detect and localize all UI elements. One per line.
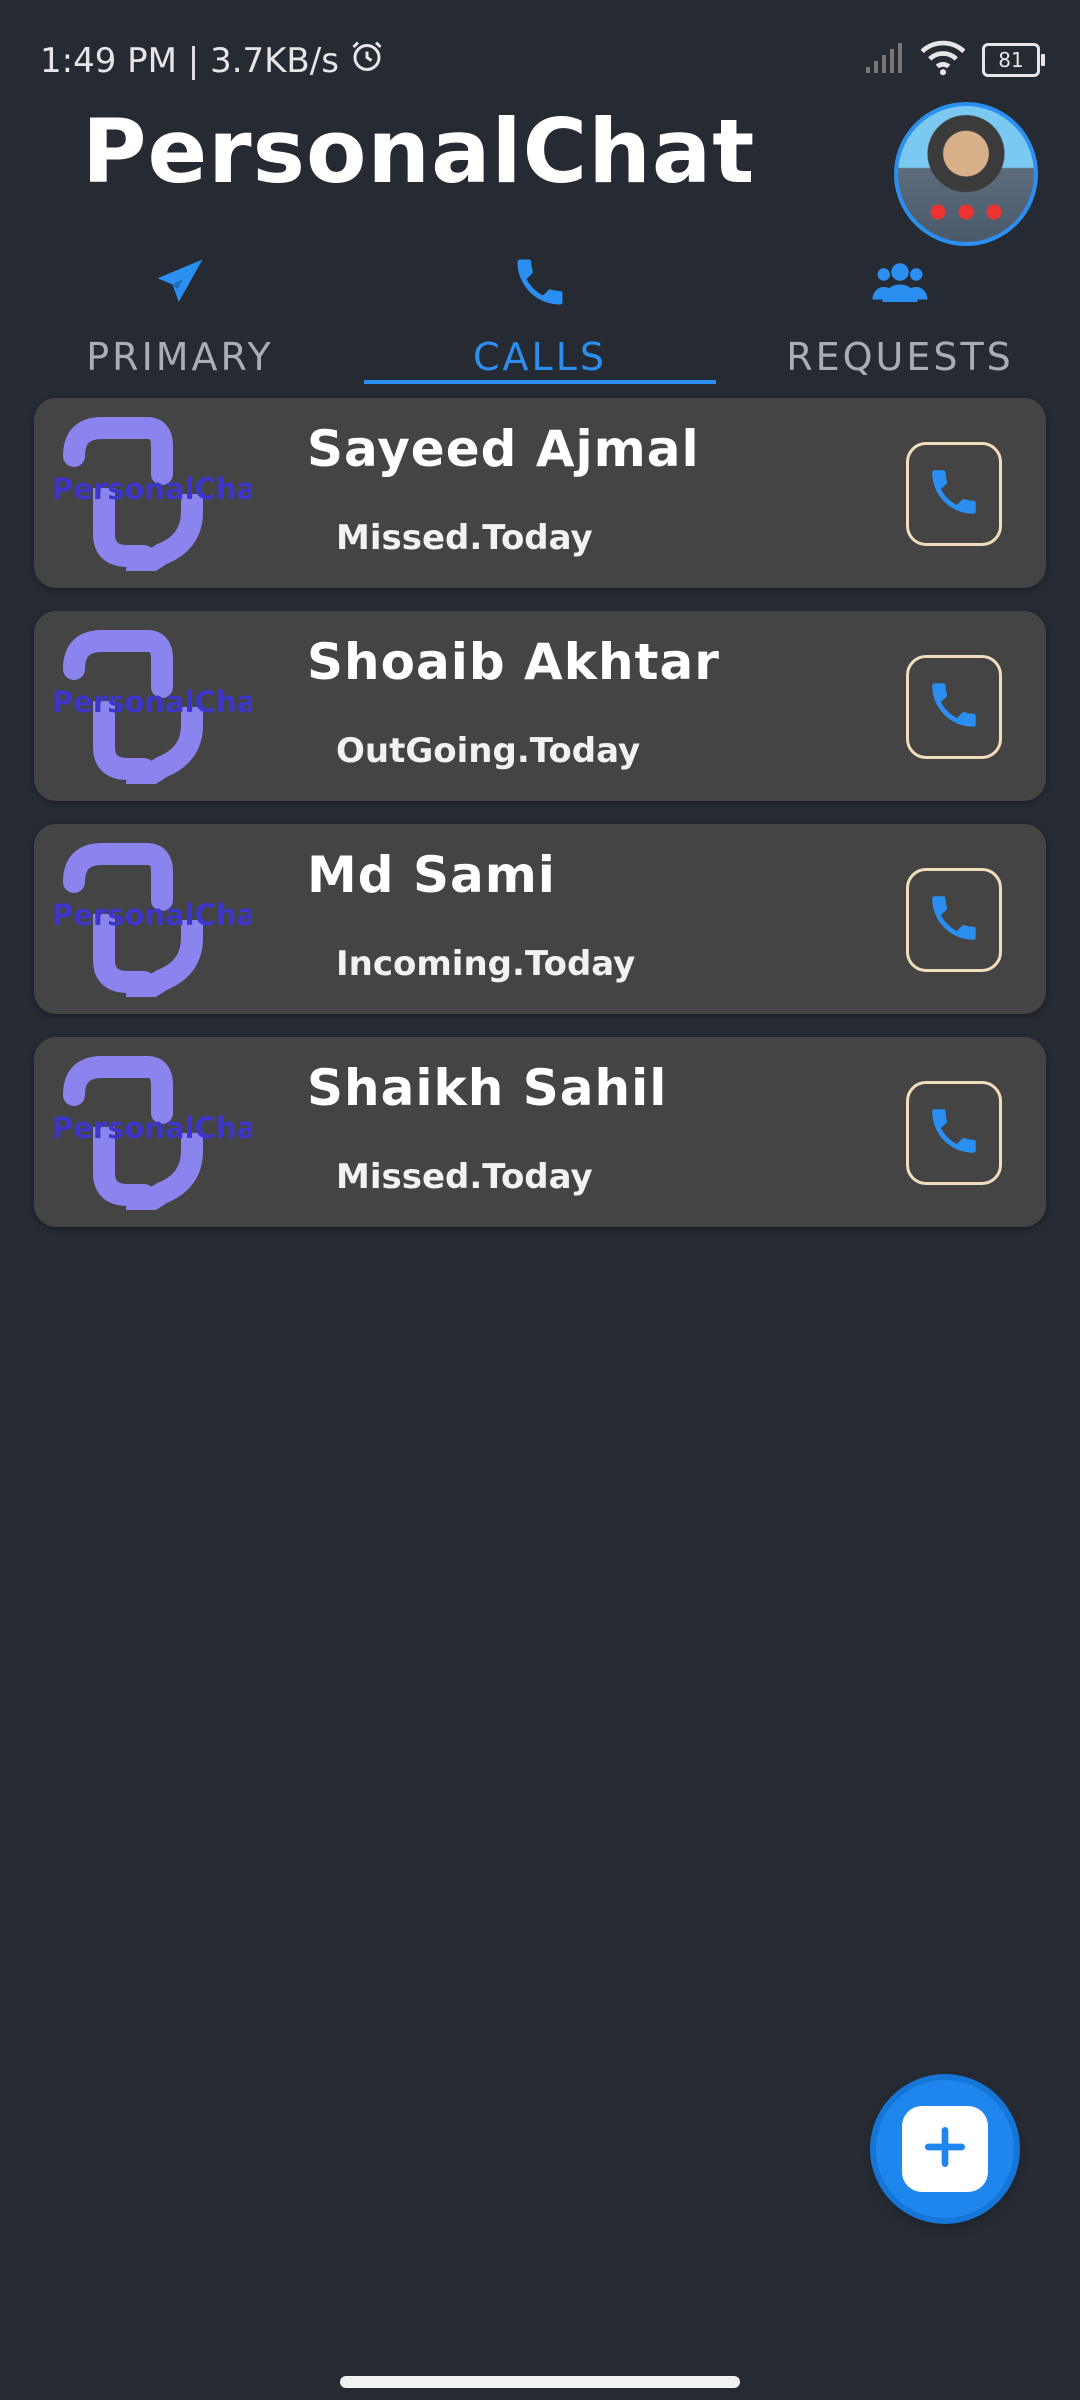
status-time-speed: 1:49 PM | 3.7KB/s: [40, 40, 339, 81]
contact-avatar: PersonalCha: [52, 629, 256, 794]
phone-icon: [925, 889, 983, 951]
tab-active-indicator: [364, 380, 716, 384]
fab-inner: [902, 2106, 988, 2192]
battery-indicator: 81: [982, 43, 1045, 77]
phone-icon: [925, 1102, 983, 1164]
call-status: Missed.Today: [336, 1157, 593, 1197]
tab-requests-label: REQUESTS: [786, 335, 1014, 379]
home-indicator[interactable]: [340, 2376, 740, 2388]
call-status: Missed.Today: [336, 518, 593, 558]
logo-text: PersonalCha: [52, 898, 252, 932]
logo-text: PersonalCha: [52, 1111, 252, 1145]
status-right: 81: [864, 40, 1045, 80]
wifi-icon: [920, 40, 966, 80]
logo-text: PersonalCha: [52, 685, 252, 719]
call-button[interactable]: [906, 868, 1002, 972]
profile-avatar[interactable]: [894, 102, 1038, 246]
call-item[interactable]: PersonalCha Sayeed Ajmal Missed.Today: [34, 398, 1046, 588]
signal-icon: [864, 41, 904, 79]
paper-plane-icon: [150, 252, 210, 312]
call-button[interactable]: [906, 655, 1002, 759]
phone-icon: [510, 252, 570, 312]
call-status: OutGoing.Today: [336, 731, 641, 771]
contact-avatar: PersonalCha: [52, 416, 256, 581]
status-bar: 1:49 PM | 3.7KB/s 81: [0, 0, 1080, 110]
new-call-fab[interactable]: [876, 2080, 1014, 2218]
logo-text: PersonalCha: [52, 472, 252, 506]
contact-avatar: PersonalCha: [52, 1055, 256, 1220]
tab-primary[interactable]: PRIMARY: [0, 240, 360, 385]
tab-requests[interactable]: REQUESTS: [720, 240, 1080, 385]
alarm-icon: [349, 38, 385, 83]
tab-calls-label: CALLS: [473, 335, 607, 379]
call-status: Incoming.Today: [336, 944, 636, 984]
contact-name: Sayeed Ajmal: [307, 420, 700, 478]
call-item[interactable]: PersonalCha Md Sami Incoming.Today: [34, 824, 1046, 1014]
contact-name: Shoaib Akhtar: [307, 633, 720, 691]
plus-icon: [920, 2122, 970, 2176]
call-list: PersonalCha Sayeed Ajmal Missed.Today Pe…: [34, 398, 1046, 1250]
contact-name: Md Sami: [307, 846, 556, 904]
tab-calls[interactable]: CALLS: [360, 240, 720, 385]
contact-avatar: PersonalCha: [52, 842, 256, 1007]
app-title: PersonalChat: [82, 100, 756, 203]
call-button[interactable]: [906, 1081, 1002, 1185]
status-left: 1:49 PM | 3.7KB/s: [40, 38, 385, 83]
call-item[interactable]: PersonalCha Shaikh Sahil Missed.Today: [34, 1037, 1046, 1227]
avatar-hearts: [924, 202, 1008, 222]
phone-icon: [925, 463, 983, 525]
tab-primary-label: PRIMARY: [86, 335, 274, 379]
phone-icon: [925, 676, 983, 738]
call-button[interactable]: [906, 442, 1002, 546]
users-icon: [870, 252, 930, 312]
call-item[interactable]: PersonalCha Shoaib Akhtar OutGoing.Today: [34, 611, 1046, 801]
tab-bar: PRIMARY CALLS REQUESTS: [0, 240, 1080, 385]
contact-name: Shaikh Sahil: [307, 1059, 668, 1117]
